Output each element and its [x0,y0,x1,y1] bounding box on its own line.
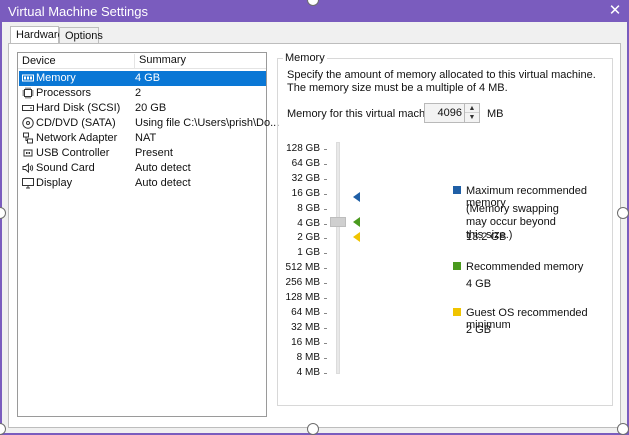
scale-label: 8 MB [296,351,320,363]
device-name: Memory [36,72,76,84]
scale-tick [324,312,327,314]
device-summary: Using file C:\Users\prish\Do... [135,117,280,129]
memory-spin-buttons: ▲ ▼ [464,104,479,122]
scale-tick [324,149,327,150]
sound-card-icon [22,162,34,174]
resize-handle-right[interactable] [617,207,629,219]
scale-tick [324,163,327,165]
scale-label: 16 GB [291,187,320,199]
network-adapter-icon [23,132,33,144]
scale-label: 1 GB [297,247,320,259]
memory-group-title: Memory [283,52,327,64]
device-row-network-adapter[interactable]: Network Adapter NAT [19,131,266,146]
hard-disk-icon [22,105,34,111]
memory-slider-track[interactable] [336,142,340,374]
device-name: CD/DVD (SATA) [36,117,116,129]
window-title: Virtual Machine Settings [8,4,148,19]
scale-label: 8 GB [297,202,320,214]
scale-tick [324,208,327,210]
max-recommended-value: 13.2 GB [466,231,507,243]
memory-description: Specify the amount of memory allocated t… [287,69,596,94]
scale-label: 4 GB [297,217,320,229]
device-summary: Auto detect [135,177,191,189]
device-row-sound-card[interactable]: Sound Card Auto detect [19,161,266,176]
device-list-header: Device Summary [18,53,266,69]
spin-down-icon[interactable]: ▼ [465,113,479,122]
scale-label: 32 GB [291,172,320,184]
scale-tick [324,178,327,180]
device-row-processors[interactable]: Processors 2 [19,86,266,101]
scale-tick [324,253,327,255]
device-name: Processors [36,87,92,99]
device-row-memory[interactable]: Memory 4 GB [19,71,266,86]
recommended-value: 4 GB [466,278,492,290]
scale-tick [324,283,327,285]
scale-tick [324,357,327,359]
device-row-display[interactable]: Display Auto detect [19,176,266,191]
scale-label: 128 GB [286,143,320,154]
scale-tick [324,298,327,299]
scale-label: 256 MB [285,277,320,289]
scale-label: 64 GB [291,157,320,169]
close-icon[interactable]: ✕ [607,2,623,20]
recommended-title: Recommended memory [466,261,584,273]
recommended-marker [353,217,360,227]
device-name: Sound Card [36,162,95,174]
device-row-cd-dvd[interactable]: CD/DVD (SATA) Using file C:\Users\prish\… [19,116,279,131]
scale-tick [324,342,327,344]
resize-handle-bottom[interactable] [307,423,319,435]
scale-tick [324,238,327,240]
scale-tick [324,327,327,329]
device-summary: 2 [135,87,142,99]
scale-label: 128 MB [285,292,320,303]
scale-label: 16 MB [291,336,320,348]
scale-label: 2 GB [297,232,320,244]
scale-tick [324,193,327,195]
memory-unit: MB [487,108,504,120]
scale-label: 512 MB [285,262,320,274]
device-row-usb-controller[interactable]: USB Controller Present [19,146,266,161]
resize-handle-bottom-right[interactable] [617,423,629,435]
usb-controller-icon [23,149,33,157]
column-header-device[interactable]: Device [22,55,56,67]
device-list: Device Summary Memory 4 GB Processors 2 … [17,52,279,417]
memory-input-label: Memory for this virtual machine: [287,108,443,120]
memory-size-value[interactable]: 4096 [438,107,462,119]
device-name: Hard Disk (SCSI) [36,102,121,114]
guest-os-minimum-swatch [453,308,461,316]
device-summary: Present [135,147,173,159]
scale-label: 4 MB [296,366,320,378]
scale-label: 64 MB [291,306,320,318]
device-name: Network Adapter [36,132,118,144]
scale-label: 32 MB [291,321,320,333]
guest-os-minimum-value: 2 GB [466,324,492,336]
memory-icon [22,74,34,82]
memory-slider-thumb[interactable] [330,217,346,227]
max-recommended-marker [353,192,360,202]
device-summary: Auto detect [135,162,191,174]
device-row-hard-disk[interactable]: Hard Disk (SCSI) 20 GB [19,101,266,116]
cd-dvd-icon [22,117,34,129]
scale-tick [324,372,327,374]
memory-size-stepper[interactable]: 4096 ▲ ▼ [424,103,480,123]
processor-icon [22,87,34,99]
max-recommended-swatch [453,186,461,194]
spin-up-icon[interactable]: ▲ [465,104,479,113]
device-summary: 20 GB [135,102,167,114]
scale-tick [324,268,327,270]
scale-tick [324,223,327,225]
device-name: USB Controller [36,147,110,159]
device-summary: 4 GB [135,72,161,84]
recommended-swatch [453,262,461,270]
column-header-summary[interactable]: Summary [134,54,186,68]
device-summary: NAT [135,132,157,144]
device-name: Display [36,177,73,189]
display-icon [22,178,34,189]
guest-os-minimum-marker [353,232,360,242]
